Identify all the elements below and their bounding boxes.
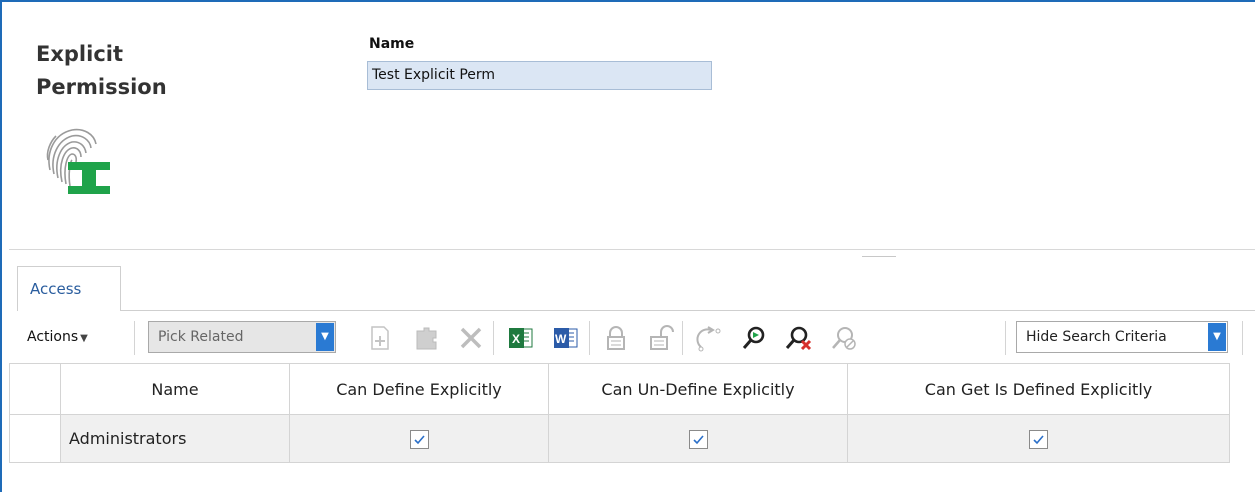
- delete-icon[interactable]: [456, 323, 486, 353]
- can-get-checkbox[interactable]: [1029, 429, 1048, 449]
- table-row[interactable]: Administrators: [9, 414, 1230, 463]
- search-icon[interactable]: [739, 323, 769, 353]
- name-field-label: Name: [369, 36, 415, 52]
- page-title: Explicit Permission: [36, 42, 167, 99]
- cell-name[interactable]: Administrators: [60, 414, 290, 463]
- actions-label: Actions: [27, 329, 79, 345]
- hide-search-label: Hide Search Criteria: [1026, 329, 1167, 345]
- cell-can-define: [289, 414, 549, 463]
- fingerprint-permission-icon: [44, 122, 116, 200]
- toolbar-separator: [589, 321, 590, 355]
- toolbar-separator: [682, 321, 683, 355]
- toolbar-separator: [134, 321, 135, 355]
- chevron-down-icon: ▼: [316, 323, 334, 351]
- toolbar-separator: [493, 321, 494, 355]
- grid-header-row: Name Can Define Explicitly Can Un-Define…: [9, 363, 1230, 415]
- can-define-checkbox[interactable]: [409, 429, 429, 449]
- column-header-can-define[interactable]: Can Define Explicitly: [289, 363, 549, 415]
- actions-menu[interactable]: Actions ▼: [27, 329, 88, 345]
- toolbar-separator: [1005, 321, 1006, 355]
- chevron-down-icon: ▼: [1208, 323, 1226, 351]
- splitter-grip[interactable]: [862, 256, 896, 257]
- refresh-icon[interactable]: [693, 323, 723, 353]
- column-header-name[interactable]: Name: [60, 363, 290, 415]
- panel-splitter[interactable]: [9, 249, 1255, 250]
- word-icon[interactable]: W: [551, 323, 581, 353]
- tab-access[interactable]: Access: [17, 266, 121, 311]
- can-undefine-checkbox[interactable]: [688, 429, 708, 449]
- column-header-can-get[interactable]: Can Get Is Defined Explicitly: [847, 363, 1230, 415]
- puzzle-icon[interactable]: [412, 323, 442, 353]
- svg-text:X: X: [512, 332, 520, 346]
- row-indicator-header: [9, 363, 61, 415]
- cell-can-undefine: [548, 414, 848, 463]
- search-disabled-icon[interactable]: [829, 323, 859, 353]
- cell-can-get: [847, 414, 1230, 463]
- lock-icon[interactable]: [601, 323, 631, 353]
- toolbar-separator: [1242, 321, 1243, 355]
- name-input[interactable]: Test Explicit Perm: [367, 61, 712, 90]
- caret-down-icon: ▼: [80, 333, 88, 344]
- hide-search-criteria-dropdown[interactable]: Hide Search Criteria ▼: [1016, 321, 1228, 353]
- excel-icon[interactable]: X: [506, 323, 536, 353]
- access-grid: Name Can Define Explicitly Can Un-Define…: [9, 363, 1230, 463]
- toolbar: Actions ▼ Pick Related ▼ X W Hide Search …: [9, 311, 1255, 363]
- row-indicator[interactable]: [9, 414, 61, 463]
- column-header-can-undefine[interactable]: Can Un-Define Explicitly: [548, 363, 848, 415]
- clear-search-icon[interactable]: [784, 323, 814, 353]
- add-icon[interactable]: [366, 323, 396, 353]
- unlock-icon[interactable]: [646, 323, 676, 353]
- pick-related-dropdown[interactable]: Pick Related ▼: [148, 321, 336, 353]
- pick-related-label: Pick Related: [158, 329, 244, 345]
- svg-text:W: W: [555, 332, 567, 346]
